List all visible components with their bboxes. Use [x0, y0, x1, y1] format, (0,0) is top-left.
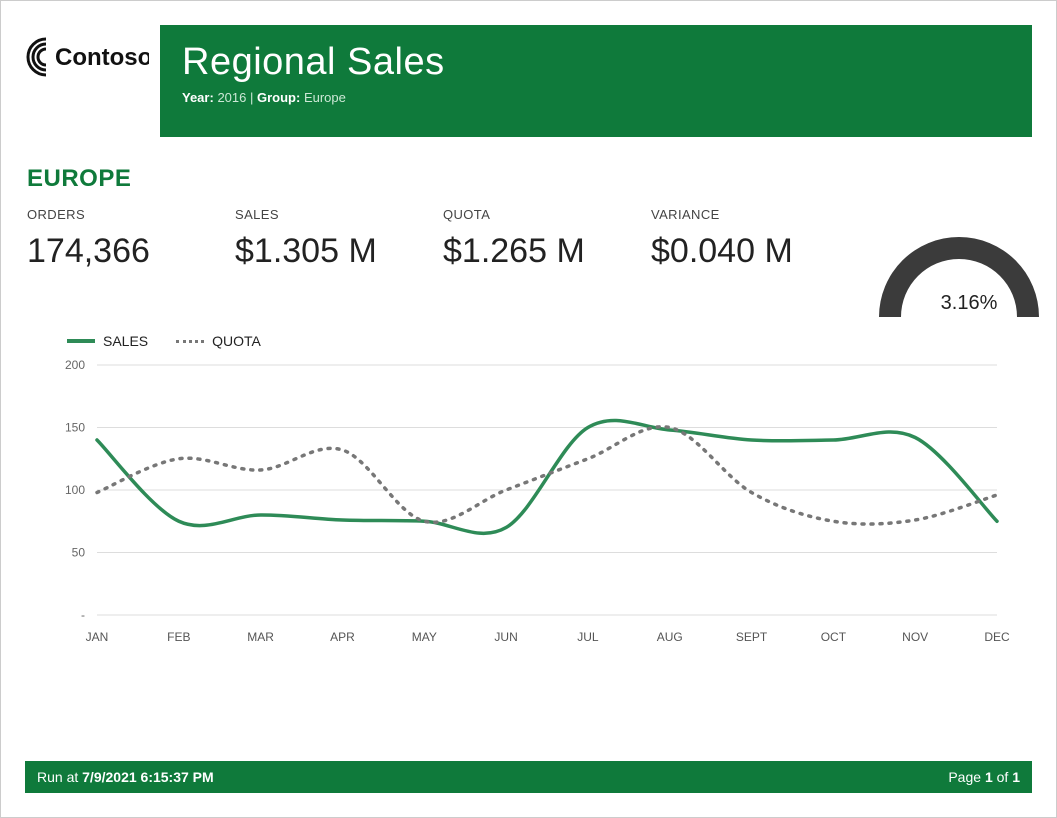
gauge-percent: 3.16%: [859, 292, 1057, 315]
svg-text:50: 50: [72, 546, 86, 560]
chart-canvas: - 50 100 150 200 JAN FEB MAR APR MAY JUN JUL AUG SEPT…: [27, 355, 1027, 655]
report-footer: Run at 7/9/2021 6:15:37 PM Page 1 of 1: [25, 761, 1032, 793]
kpi-orders: ORDERS 174,366: [27, 207, 217, 317]
svg-text:Contoso: Contoso: [55, 44, 149, 71]
svg-text:150: 150: [65, 421, 85, 435]
kpi-quota: QUOTA $1.265 M: [443, 207, 633, 317]
kpi-value: $1.305 M: [235, 232, 425, 271]
kpi-value: $0.040 M: [651, 232, 841, 271]
svg-text:100: 100: [65, 483, 85, 497]
svg-text:MAR: MAR: [247, 630, 274, 644]
report-title-bar: Regional Sales Year: 2016 | Group: Europ…: [160, 25, 1032, 137]
report-title: Regional Sales: [182, 41, 1010, 84]
region-heading: EUROPE: [27, 165, 1056, 193]
kpi-label: SALES: [235, 207, 425, 222]
chart-legend: SALES QUOTA: [27, 327, 1030, 355]
kpi-sales: SALES $1.305 M: [235, 207, 425, 317]
kpi-row: ORDERS 174,366 SALES $1.305 M QUOTA $1.2…: [1, 199, 1056, 317]
footer-run-at: Run at 7/9/2021 6:15:37 PM: [37, 769, 214, 785]
legend-swatch-solid: [67, 339, 95, 343]
footer-page: Page 1 of 1: [948, 769, 1020, 785]
kpi-value: 174,366: [27, 232, 217, 271]
legend-swatch-dotted: [176, 340, 204, 343]
kpi-label: ORDERS: [27, 207, 217, 222]
kpi-label: VARIANCE: [651, 207, 841, 222]
kpi-variance: VARIANCE $0.040 M: [651, 207, 841, 317]
svg-text:AUG: AUG: [657, 630, 683, 644]
svg-text:200: 200: [65, 358, 85, 372]
svg-text:DEC: DEC: [984, 630, 1010, 644]
svg-text:SEPT: SEPT: [736, 630, 768, 644]
brand-logo: Contoso: [25, 25, 160, 137]
trend-chart: SALES QUOTA - 50 100 150 200 JAN FEB MAR APR MAY J…: [27, 327, 1030, 657]
report-subtitle: Year: 2016 | Group: Europe: [182, 90, 1010, 105]
kpi-label: QUOTA: [443, 207, 633, 222]
svg-text:NOV: NOV: [902, 630, 928, 644]
legend-quota: QUOTA: [176, 333, 261, 349]
svg-text:OCT: OCT: [821, 630, 847, 644]
svg-text:FEB: FEB: [167, 630, 190, 644]
svg-text:APR: APR: [330, 630, 355, 644]
legend-sales: SALES: [67, 333, 148, 349]
svg-text:JUN: JUN: [494, 630, 517, 644]
svg-text:JUL: JUL: [577, 630, 599, 644]
variance-gauge: 3.16%: [859, 217, 1057, 317]
kpi-value: $1.265 M: [443, 232, 633, 271]
svg-text:MAY: MAY: [412, 630, 437, 644]
svg-text:-: -: [81, 608, 85, 622]
svg-text:JAN: JAN: [86, 630, 109, 644]
